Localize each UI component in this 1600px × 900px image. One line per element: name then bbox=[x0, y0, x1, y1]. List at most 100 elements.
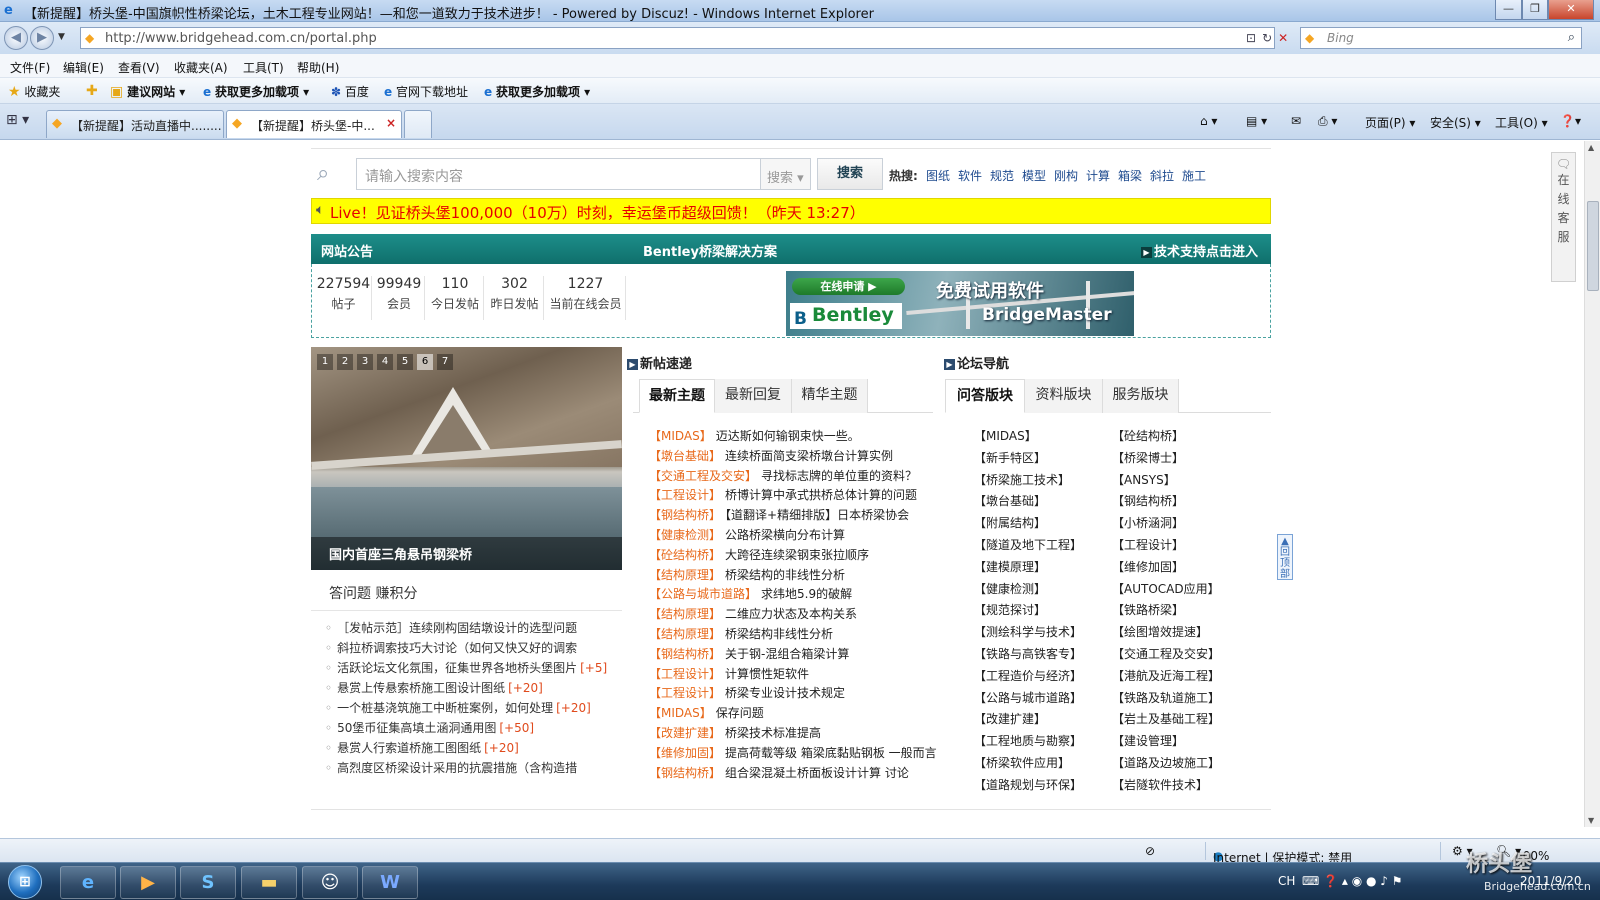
forum-board-link[interactable]: 【桥梁软件应用】 bbox=[974, 754, 1082, 776]
post-category[interactable]: 【墩台基础】 bbox=[649, 449, 721, 463]
fav-addons-1[interactable]: e 获取更多加载项 ▾ bbox=[203, 83, 309, 100]
hot-term[interactable]: 计算 bbox=[1086, 167, 1110, 184]
qa-item-text[interactable]: 活跃论坛文化氛围，征集世界各地桥头堡图片 bbox=[337, 661, 577, 675]
qa-item[interactable]: 悬赏上传悬索桥施工图设计图纸[+20] bbox=[325, 679, 622, 699]
forum-board-link[interactable]: 【道路规划与环保】 bbox=[974, 776, 1082, 798]
post-category[interactable]: 【改建扩建】 bbox=[649, 726, 721, 740]
forum-board-link[interactable]: 【ANSYS】 bbox=[1112, 471, 1220, 493]
slider-page-button[interactable]: 4 bbox=[377, 354, 393, 370]
taskbar-explorer-icon[interactable]: ▬ bbox=[241, 866, 297, 899]
slider-page-button[interactable]: 5 bbox=[397, 354, 413, 370]
site-search-input[interactable]: 请输入搜索内容 bbox=[356, 158, 761, 190]
forum-board-link[interactable]: 【维修加固】 bbox=[1112, 558, 1220, 580]
tools-menu[interactable]: 工具(O) ▾ bbox=[1495, 114, 1548, 131]
forum-board-link[interactable]: 【岩土及基础工程】 bbox=[1112, 710, 1220, 732]
tray-icons[interactable]: ⌨ ❓ ▴ ◉ ● ♪ ⚑ bbox=[1302, 874, 1403, 888]
post-category[interactable]: 【砼结构桥】 bbox=[649, 548, 721, 562]
post-title[interactable]: 大跨径连续梁钢束张拉顺序 bbox=[725, 548, 869, 562]
safety-menu[interactable]: 安全(S) ▾ bbox=[1430, 114, 1481, 131]
forum-board-link[interactable]: 【新手特区】 bbox=[974, 449, 1082, 471]
qa-item[interactable]: 高烈度区桥梁设计采用的抗震措施（含构造措 bbox=[325, 759, 622, 779]
forum-board-link[interactable]: 【桥梁博士】 bbox=[1112, 449, 1220, 471]
post-category[interactable]: 【工程设计】 bbox=[649, 488, 721, 502]
post-title[interactable]: 提高荷载等级 箱梁底黏贴钢板 一般而言 bbox=[725, 746, 937, 760]
fav-baidu[interactable]: ✽ 百度 bbox=[331, 83, 369, 100]
menu-favorites[interactable]: 收藏夹(A) bbox=[174, 59, 228, 76]
post-title[interactable]: 桥博计算中承式拱桥总体计算的问题 bbox=[725, 488, 917, 502]
announcement-title[interactable]: 网站公告 bbox=[321, 241, 373, 260]
post-title[interactable]: 寻找标志牌的单位重的资料？ bbox=[761, 469, 917, 483]
forum-board-link[interactable]: 【砼结构桥】 bbox=[1112, 427, 1220, 449]
hot-term[interactable]: 模型 bbox=[1022, 167, 1046, 184]
forum-board-link[interactable]: 【墩台基础】 bbox=[974, 492, 1082, 514]
new-post-item[interactable]: 【工程设计】 计算惯性矩软件 bbox=[649, 665, 949, 685]
compat-view-icon[interactable]: ⊡ bbox=[1246, 31, 1262, 45]
menu-file[interactable]: 文件(F) bbox=[10, 59, 50, 76]
post-title[interactable]: 连续桥面简支梁桥墩台计算实例 bbox=[725, 449, 893, 463]
popup-blocker-icon[interactable]: ⊘ bbox=[1145, 844, 1155, 858]
photo-slider[interactable]: 1234567 国内首座三角悬吊钢梁桥 bbox=[311, 347, 622, 570]
tab-service-boards[interactable]: 服务版块 bbox=[1103, 379, 1179, 413]
post-category[interactable]: 【工程设计】 bbox=[649, 686, 721, 700]
url-field[interactable]: ◆ http://www.bridgehead.com.cn/portal.ph… bbox=[80, 27, 1288, 49]
qa-item-text[interactable]: 悬赏上传悬索桥施工图设计图纸 bbox=[337, 681, 505, 695]
post-title[interactable]: 关于钢-混组合箱梁计算 bbox=[725, 647, 849, 661]
slider-page-button[interactable]: 3 bbox=[357, 354, 373, 370]
qa-item[interactable]: 50堡币征集高填土涵洞通用图[+50] bbox=[325, 719, 622, 739]
back-to-top-button[interactable]: ▲ 回顶部 bbox=[1277, 534, 1293, 580]
qa-item-text[interactable]: 斜拉桥调索技巧大讨论（如何又快又好的调索 bbox=[337, 641, 577, 655]
slider-page-button[interactable]: 6 bbox=[417, 354, 433, 370]
refresh-icon[interactable]: ↻ bbox=[1262, 31, 1278, 45]
taskbar-media-player-icon[interactable]: ▶ bbox=[120, 866, 176, 899]
post-category[interactable]: 【结构原理】 bbox=[649, 607, 721, 621]
tab-live[interactable]: ◆ 【新提醒】活动直播中........ bbox=[46, 110, 224, 138]
notice-bar[interactable]: 🔈︎ Live！见证桥头堡100,000（10万）时刻，幸运堡币超级回馈！（昨天… bbox=[311, 198, 1271, 224]
post-category[interactable]: 【结构原理】 bbox=[649, 627, 721, 641]
forum-board-link[interactable]: 【隧道及地下工程】 bbox=[974, 536, 1082, 558]
close-window-button[interactable]: ✕ bbox=[1548, 0, 1594, 20]
stop-icon[interactable]: ✕ bbox=[1278, 31, 1294, 45]
new-post-item[interactable]: 【钢结构桥】 关于钢-混组合箱梁计算 bbox=[649, 645, 949, 665]
search-icon[interactable]: ⌕ bbox=[1568, 30, 1575, 45]
qa-item[interactable]: 一个桩基浇筑施工中断桩案例，如何处理[+20] bbox=[325, 699, 622, 719]
forum-board-link[interactable]: 【工程地质与勘察】 bbox=[974, 732, 1082, 754]
new-tab-button[interactable] bbox=[404, 110, 432, 138]
qa-item[interactable]: 斜拉桥调索技巧大讨论（如何又快又好的调索 bbox=[325, 639, 622, 659]
fav-suggested-sites[interactable]: ▣ 建议网站 ▾ bbox=[110, 83, 185, 100]
tab-close-icon[interactable]: × bbox=[386, 116, 396, 130]
post-title[interactable]: 组合梁混凝土桥面板设计计算 讨论 bbox=[725, 766, 909, 780]
post-category[interactable]: 【工程设计】 bbox=[649, 667, 721, 681]
menu-view[interactable]: 查看(V) bbox=[118, 59, 160, 76]
new-post-item[interactable]: 【钢结构桥】 组合梁混凝土桥面板设计计算 讨论 bbox=[649, 764, 949, 784]
tab-qa-boards[interactable]: 问答版块 bbox=[945, 379, 1025, 413]
forum-board-link[interactable]: 【附属结构】 bbox=[974, 514, 1082, 536]
qa-item[interactable]: 活跃论坛文化氛围，征集世界各地桥头堡图片[+5] bbox=[325, 659, 622, 679]
tab-latest-replies[interactable]: 最新回复 bbox=[715, 379, 792, 413]
post-title[interactable]: 公路桥梁横向分布计算 bbox=[725, 528, 845, 542]
site-search-button[interactable]: 搜索 bbox=[817, 158, 883, 190]
post-category[interactable]: 【公路与城市道路】 bbox=[649, 587, 757, 601]
qa-item-text[interactable]: 50堡币征集高填土涵洞通用图 bbox=[337, 721, 496, 735]
slider-caption[interactable]: 国内首座三角悬吊钢梁桥 bbox=[311, 537, 622, 570]
forum-board-link[interactable]: 【桥梁施工技术】 bbox=[974, 471, 1082, 493]
online-service-widget[interactable]: 🗨︎ 在 线 客 服 bbox=[1551, 152, 1576, 282]
forward-button[interactable]: ▶ bbox=[30, 26, 54, 50]
new-post-item[interactable]: 【工程设计】 桥博计算中承式拱桥总体计算的问题 bbox=[649, 486, 949, 506]
post-title[interactable]: 桥梁专业设计技术规定 bbox=[725, 686, 845, 700]
post-title[interactable]: 【道翻译+精细排版】日本桥梁协会 bbox=[725, 508, 909, 522]
print-icon[interactable]: ⎙ ▾ bbox=[1318, 114, 1337, 129]
mail-icon[interactable]: ✉ bbox=[1291, 114, 1301, 128]
new-post-item[interactable]: 【砼结构桥】 大跨径连续梁钢束张拉顺序 bbox=[649, 546, 949, 566]
hot-term[interactable]: 规范 bbox=[990, 167, 1014, 184]
hot-term[interactable]: 软件 bbox=[958, 167, 982, 184]
post-category[interactable]: 【钢结构桥】 bbox=[649, 647, 721, 661]
forum-board-link[interactable]: 【绘图增效提速】 bbox=[1112, 623, 1220, 645]
post-title[interactable]: 迈达斯如何输钢束快一些。 bbox=[716, 429, 860, 443]
post-category[interactable]: 【钢结构桥】 bbox=[649, 508, 721, 522]
url-text[interactable]: http://www.bridgehead.com.cn/portal.php bbox=[105, 31, 377, 46]
quick-tabs-icon[interactable]: ⊞ ▾ bbox=[6, 112, 29, 128]
post-title[interactable]: 计算惯性矩软件 bbox=[725, 667, 809, 681]
post-category[interactable]: 【MIDAS】 bbox=[649, 429, 712, 443]
vertical-scrollbar[interactable]: ▲ ▼ bbox=[1584, 141, 1600, 827]
forum-board-link[interactable]: 【改建扩建】 bbox=[974, 710, 1082, 732]
